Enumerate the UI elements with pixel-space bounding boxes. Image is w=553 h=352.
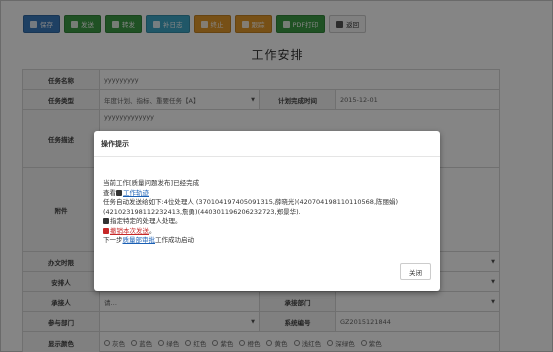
next-step-line: 下一步质量部审批工作成功启动 [103, 236, 194, 244]
auto-send-message: 任务自动发送给如下:4位处理人 (370104197405091315,薛晓光)… [103, 198, 399, 206]
work-track-link[interactable]: 工作轨迹 [123, 189, 149, 197]
close-button[interactable]: 关闭 [400, 263, 431, 280]
specify-handler-line[interactable]: 指定特定的处理人处理。 [103, 217, 431, 227]
auto-send-message-cont: (421023198112232413,詹勇)(4403011962062327… [103, 207, 301, 216]
revoke-line: 撤销本次发送。 [103, 227, 431, 237]
complete-message: 当前工作[质量问题发布]已经完成 [103, 179, 200, 187]
next-step-link[interactable]: 质量部审批 [123, 236, 156, 244]
dialog-title: 操作提示 [94, 131, 440, 157]
track-line: 查看 工作轨迹 [103, 188, 149, 197]
track-icon [116, 189, 122, 196]
user-icon [103, 218, 109, 224]
operation-tip-dialog: 操作提示 当前工作[质量问题发布]已经完成 查看 工作轨迹 任务自动发送给如下:4… [94, 131, 440, 291]
dialog-body: 当前工作[质量问题发布]已经完成 查看 工作轨迹 任务自动发送给如下:4位处理人 … [94, 157, 440, 246]
undo-icon [103, 227, 109, 234]
revoke-send-link[interactable]: 撤销本次发送 [110, 227, 149, 235]
